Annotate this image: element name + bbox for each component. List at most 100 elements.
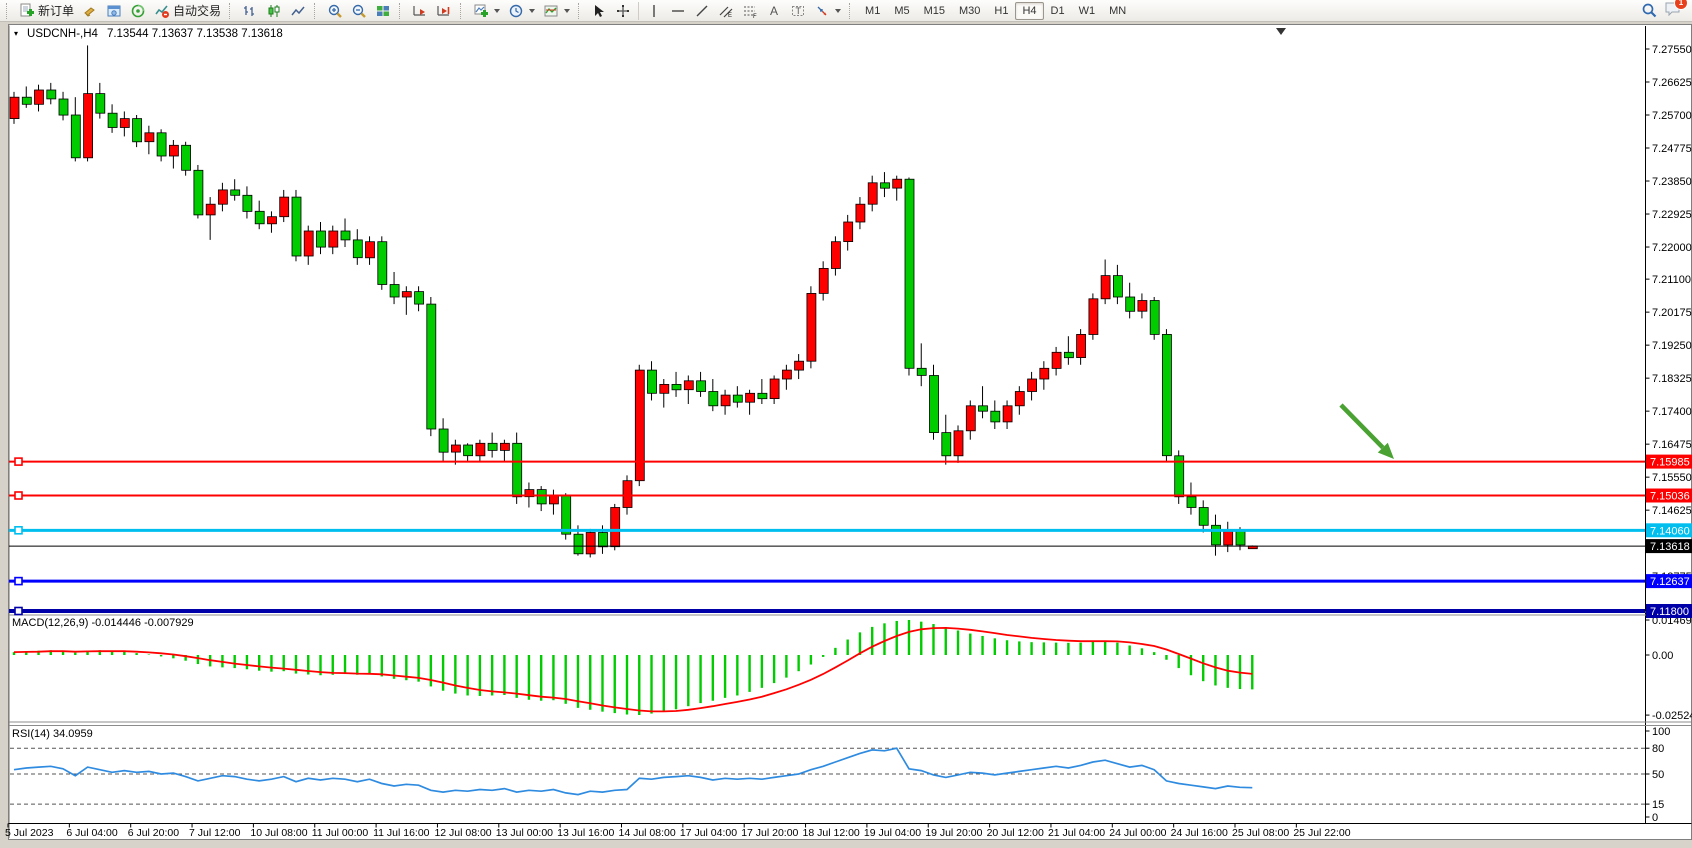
signals-button[interactable]	[126, 0, 150, 22]
fibonacci-tool[interactable]: F	[738, 0, 762, 22]
line-handle[interactable]	[15, 527, 22, 534]
candle	[1224, 531, 1233, 545]
notifications-button[interactable]: 1	[1664, 0, 1682, 22]
trendline-icon	[694, 3, 710, 19]
svg-text:14 Jul 08:00: 14 Jul 08:00	[619, 827, 676, 839]
candle	[1199, 508, 1208, 526]
timeframe-H1-button[interactable]: H1	[987, 2, 1015, 20]
timeframe-M1-button[interactable]: M1	[858, 2, 887, 20]
candle	[378, 242, 387, 285]
text-label-tool[interactable]: T	[786, 0, 810, 22]
cursor-tool-button[interactable]	[587, 0, 611, 22]
chevron-down-icon	[564, 9, 570, 13]
new-order-icon	[19, 3, 35, 19]
candle	[1003, 406, 1012, 422]
line-handle[interactable]	[15, 492, 22, 499]
toolbar-separator	[399, 3, 404, 19]
equidistant-channel-tool[interactable]: E	[714, 0, 738, 22]
timeframe-H4-button[interactable]: H4	[1015, 2, 1043, 20]
cursor-icon	[591, 3, 607, 19]
fibonacci-icon: F	[742, 3, 758, 19]
zoom-out-button[interactable]	[347, 0, 371, 22]
new-order-button[interactable]: 新订单	[15, 0, 78, 22]
svg-text:24 Jul 00:00: 24 Jul 00:00	[1109, 827, 1166, 839]
candle	[648, 370, 657, 393]
candle	[390, 285, 399, 298]
tile-windows-icon	[375, 3, 391, 19]
zoom-in-button[interactable]	[323, 0, 347, 22]
candlestick-chart-button[interactable]	[262, 0, 286, 22]
symbol-dropdown-icon[interactable]: ▾	[14, 30, 18, 38]
candle	[1089, 299, 1098, 335]
svg-text:F: F	[753, 14, 757, 19]
candle	[1126, 297, 1135, 311]
candle	[782, 370, 791, 379]
candle	[84, 94, 93, 158]
svg-text:6 Jul 04:00: 6 Jul 04:00	[66, 827, 118, 839]
text-tool-icon: A	[766, 3, 782, 19]
candle	[684, 381, 693, 390]
candle	[893, 179, 902, 188]
timeframe-M15-button[interactable]: M15	[917, 2, 952, 20]
charts-window-button[interactable]	[102, 0, 126, 22]
candle	[243, 195, 252, 211]
vertical-line-tool[interactable]	[642, 0, 666, 22]
periods-dropdown[interactable]	[504, 0, 539, 22]
svg-text:7.17400: 7.17400	[1652, 406, 1692, 418]
timeframe-D1-button[interactable]: D1	[1044, 2, 1072, 20]
crosshair-tool-button[interactable]	[611, 0, 635, 22]
candle	[280, 197, 289, 217]
candle	[169, 145, 178, 156]
timeframe-MN-button[interactable]: MN	[1102, 2, 1133, 20]
line-chart-icon	[290, 3, 306, 19]
auto-scroll-button[interactable]	[408, 0, 432, 22]
candle	[439, 429, 448, 452]
chart-canvas[interactable]: 7.275507.266257.257007.247757.238507.229…	[0, 0, 1692, 848]
new-chart-icon	[473, 3, 489, 19]
candle	[182, 145, 191, 170]
arrows-tool-dropdown[interactable]	[810, 0, 845, 22]
candle	[966, 406, 975, 431]
svg-text:7.18325: 7.18325	[1652, 373, 1692, 385]
toolbar-separator	[314, 3, 319, 19]
candle	[145, 133, 154, 142]
autotrading-button[interactable]: 自动交易	[150, 0, 225, 22]
price-tag-label: 7.15985	[1650, 457, 1690, 469]
vertical-line-icon	[646, 3, 662, 19]
templates-dropdown[interactable]	[539, 0, 574, 22]
svg-text:18 Jul 12:00: 18 Jul 12:00	[803, 827, 860, 839]
line-handle[interactable]	[15, 578, 22, 585]
svg-text:T: T	[796, 6, 802, 16]
svg-text:50: 50	[1652, 769, 1664, 781]
svg-text:7.26625: 7.26625	[1652, 77, 1692, 89]
candle	[402, 292, 411, 297]
line-handle[interactable]	[15, 608, 22, 615]
macd-indicator-label: MACD(12,26,9) -0.014446 -0.007929	[12, 617, 194, 629]
chart-shift-button[interactable]	[432, 0, 456, 22]
svg-text:11 Jul 16:00: 11 Jul 16:00	[373, 827, 430, 839]
candle	[1064, 352, 1073, 357]
market-button[interactable]	[78, 0, 102, 22]
tile-windows-button[interactable]	[371, 0, 395, 22]
candle	[1150, 301, 1159, 335]
timeframe-W1-button[interactable]: W1	[1072, 2, 1103, 20]
bar-chart-button[interactable]	[238, 0, 262, 22]
candle	[856, 204, 865, 222]
chevron-down-icon	[835, 9, 841, 13]
candle	[108, 113, 117, 127]
candle	[10, 97, 19, 118]
candle	[599, 533, 608, 547]
trendline-tool[interactable]	[690, 0, 714, 22]
candle	[464, 445, 473, 456]
svg-text:21 Jul 04:00: 21 Jul 04:00	[1048, 827, 1105, 839]
timeframe-M30-button[interactable]: M30	[952, 2, 987, 20]
candle	[488, 443, 497, 450]
line-handle[interactable]	[15, 458, 22, 465]
line-chart-button[interactable]	[286, 0, 310, 22]
timeframe-M5-button[interactable]: M5	[887, 2, 916, 20]
text-label-icon: T	[790, 3, 806, 19]
new-chart-dropdown[interactable]	[469, 0, 504, 22]
search-icon[interactable]	[1641, 2, 1658, 19]
horizontal-line-tool[interactable]	[666, 0, 690, 22]
text-tool[interactable]: A	[762, 0, 786, 22]
